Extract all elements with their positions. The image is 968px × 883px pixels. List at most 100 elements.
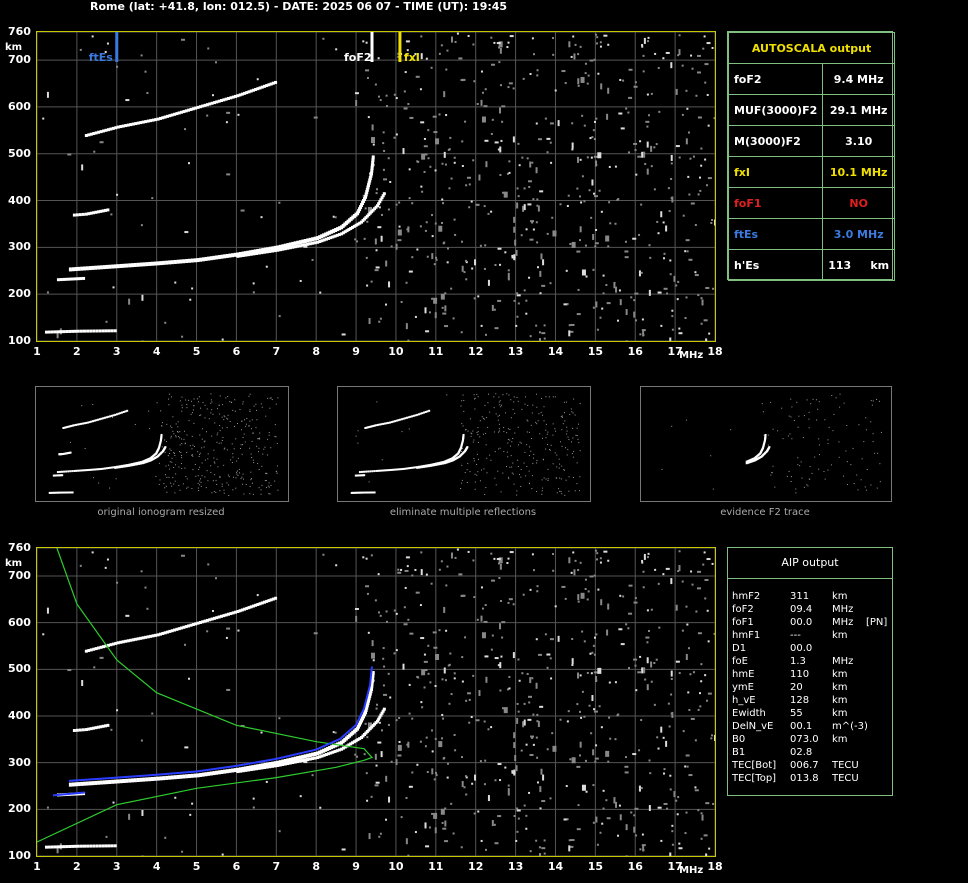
noise-dot [559, 718, 562, 721]
trace [72, 208, 110, 217]
aip-profile-curve [37, 548, 374, 843]
noise-dot [425, 845, 430, 848]
noise-dot [356, 240, 359, 243]
thumb-noise [879, 481, 881, 483]
noise-dot [648, 805, 651, 812]
thumb-noise [180, 451, 182, 453]
thumb-noise [573, 450, 575, 452]
trace-point [223, 254, 227, 259]
noise-dot [646, 657, 649, 664]
noise-dot [596, 42, 599, 45]
noise-dot [521, 156, 524, 159]
autoscala-row: foF1 NO [727, 187, 896, 219]
noise-dot [429, 165, 432, 168]
x-tick-label: 4 [152, 345, 161, 358]
noise-dot [522, 593, 525, 596]
noise-dot [646, 93, 649, 96]
noise [42, 548, 715, 856]
thumb-noise [494, 477, 496, 479]
noise-dot [419, 604, 422, 607]
trace-point [215, 255, 219, 260]
noise-dot [221, 338, 224, 341]
noise-dot [299, 279, 302, 282]
noise-dot [435, 653, 440, 660]
noise-dot [174, 796, 177, 799]
thumb-noise [168, 464, 170, 466]
noise-dot [520, 234, 523, 237]
thumb-noise [227, 474, 229, 476]
noise-dot [508, 598, 513, 601]
noise-dot [420, 35, 423, 38]
noise-dot [529, 161, 532, 168]
thumb-noise [531, 488, 533, 490]
noise-dot [701, 299, 704, 306]
noise-dot [648, 759, 651, 762]
y-tick-label: 500 [8, 146, 31, 160]
aip-row: foF1 00.0 MHz [PN] [732, 616, 890, 629]
noise-dot [180, 38, 185, 41]
thumb-noise [92, 404, 94, 406]
thumb-noise [265, 415, 267, 417]
noise-dot [700, 663, 703, 666]
noise-dot [708, 332, 711, 335]
noise-dot [599, 41, 602, 44]
thumb-noise [220, 442, 222, 444]
trace-point [145, 777, 149, 782]
thumb-noise [181, 407, 183, 409]
thumb-trace [414, 414, 417, 417]
noise-dot [685, 754, 690, 757]
thumb-noise [486, 472, 488, 474]
noise-dot [634, 81, 637, 84]
thumb-noise [213, 461, 215, 463]
noise-dot [579, 561, 582, 564]
thumb-noise [191, 448, 193, 450]
thumbnail-eliminate-svg [350, 393, 581, 496]
trace-point [179, 259, 183, 264]
thumb-trace [383, 469, 386, 472]
thumb-noise [167, 455, 169, 457]
noise-dot [627, 111, 630, 114]
noise-dot [376, 703, 379, 706]
noise-dot [395, 203, 398, 206]
trace-point [145, 262, 149, 267]
thumb-noise [258, 469, 260, 471]
noise-dot [579, 226, 582, 233]
noise-dot [705, 338, 708, 341]
noise-dot [214, 61, 217, 64]
noise-dot [602, 292, 605, 295]
thumb-noise [160, 410, 162, 412]
thumb-noise [186, 434, 188, 436]
noise-dot [393, 136, 396, 139]
noise-dot [708, 847, 711, 850]
noise-dot [641, 44, 644, 47]
noise-dot [684, 765, 687, 768]
trace-point [125, 263, 129, 268]
thumb-noise [181, 457, 183, 459]
thumb-noise [572, 412, 574, 414]
noise-dot [405, 40, 410, 43]
thumb-noise [561, 416, 563, 418]
noise-dot [630, 296, 633, 299]
thumb-noise [187, 486, 189, 488]
x-tick-label: 7 [272, 345, 281, 358]
noise-dot [705, 286, 710, 289]
thumb-noise [536, 423, 538, 425]
noise-dot [663, 802, 668, 805]
noise-dot [443, 151, 446, 158]
noise-dot [628, 68, 633, 71]
thumb-noise [263, 448, 265, 450]
noise-dot [700, 837, 703, 840]
thumb-noise [245, 425, 247, 427]
thumb-noise [579, 476, 581, 478]
noise-dot [700, 297, 703, 300]
thumb-noise [166, 476, 168, 478]
thumb-noise [232, 456, 234, 458]
noise-dot [335, 564, 338, 567]
noise-dot [646, 556, 649, 559]
noise-dot [494, 657, 499, 660]
noise-dot [420, 53, 423, 60]
thumb-noise [179, 431, 181, 433]
noise-dot [605, 750, 610, 757]
noise-dot [440, 293, 445, 300]
thumb-noise [249, 493, 251, 495]
